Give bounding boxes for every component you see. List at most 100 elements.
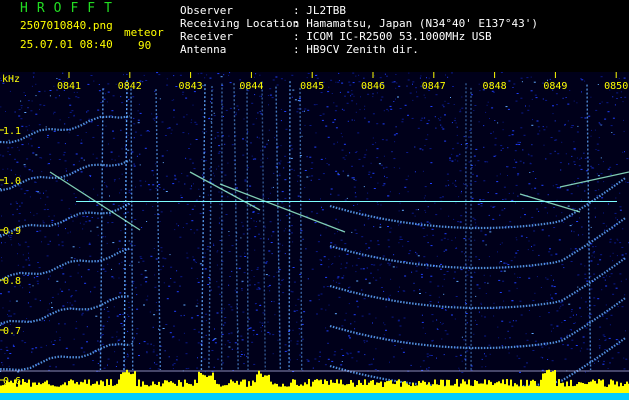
noise-speck	[251, 341, 254, 343]
noise-speck	[88, 220, 91, 222]
noise-speck	[459, 221, 462, 223]
noise-speck	[360, 96, 361, 98]
noise-speck	[175, 359, 178, 361]
noise-speck	[599, 326, 602, 328]
noise-speck	[153, 248, 155, 249]
noise-speck	[584, 273, 587, 275]
noise-speck	[255, 73, 257, 75]
noise-speck	[355, 233, 358, 234]
noise-speck	[27, 129, 29, 131]
noise-speck	[428, 77, 430, 79]
x-tick-label: 0850	[604, 81, 628, 92]
noise-speck	[337, 141, 338, 143]
amplitude-bar	[562, 382, 564, 393]
noise-speck	[405, 179, 408, 181]
noise-speck	[329, 247, 332, 249]
noise-speck	[170, 132, 172, 134]
amplitude-bar	[192, 385, 194, 393]
noise-speck	[426, 267, 429, 269]
noise-speck	[624, 294, 626, 296]
noise-speck	[351, 357, 354, 359]
noise-speck	[431, 314, 434, 316]
noise-speck	[331, 263, 333, 265]
noise-speck	[453, 104, 455, 105]
noise-speck	[241, 288, 243, 290]
noise-speck	[535, 178, 537, 179]
noise-speck	[254, 249, 256, 251]
noise-speck	[332, 263, 334, 264]
noise-speck	[42, 220, 44, 222]
noise-speck	[114, 180, 116, 182]
noise-speck	[49, 320, 50, 322]
noise-speck	[149, 311, 151, 313]
noise-speck	[260, 112, 262, 114]
noise-speck	[584, 278, 587, 280]
noise-speck	[310, 168, 313, 169]
noise-speck	[129, 264, 131, 266]
noise-speck	[120, 230, 122, 232]
noise-speck	[269, 221, 272, 223]
noise-speck	[156, 354, 158, 356]
amplitude-bar	[614, 384, 616, 393]
noise-speck	[53, 215, 55, 217]
noise-speck	[496, 175, 498, 177]
noise-speck	[431, 355, 433, 356]
noise-speck	[556, 310, 559, 312]
noise-speck	[621, 306, 624, 308]
noise-speck	[251, 270, 253, 271]
noise-speck	[203, 358, 206, 360]
amplitude-bar	[514, 383, 516, 393]
noise-speck	[613, 283, 616, 285]
noise-speck	[592, 252, 595, 254]
noise-speck	[261, 330, 262, 332]
noise-speck	[499, 243, 501, 245]
noise-speck	[372, 113, 375, 115]
noise-speck	[166, 127, 169, 129]
amplitude-bar	[582, 383, 584, 393]
amplitude-bar	[536, 385, 538, 393]
noise-speck	[475, 319, 476, 321]
noise-speck	[623, 357, 625, 359]
noise-speck	[515, 202, 516, 204]
noise-speck	[267, 321, 269, 323]
noise-speck	[500, 145, 503, 147]
noise-speck	[220, 310, 223, 312]
noise-speck	[197, 281, 200, 283]
noise-speck	[301, 318, 303, 320]
noise-speck	[341, 325, 344, 327]
noise-speck	[340, 364, 343, 366]
noise-speck	[515, 184, 518, 186]
receiver-label: Receiver	[180, 30, 233, 43]
noise-speck	[134, 219, 137, 220]
noise-speck	[272, 186, 274, 188]
noise-speck	[335, 81, 337, 83]
amplitude-bar	[438, 384, 440, 393]
noise-speck	[256, 136, 258, 138]
noise-speck	[52, 344, 55, 345]
y-tick-label: 0.6	[3, 376, 21, 387]
noise-speck	[625, 330, 626, 332]
noise-speck	[291, 96, 293, 98]
noise-speck	[314, 222, 317, 224]
amplitude-bar	[48, 384, 50, 393]
noise-speck	[18, 109, 21, 111]
amplitude-bar	[326, 381, 328, 393]
noise-speck	[55, 366, 57, 368]
noise-speck	[12, 345, 15, 347]
noise-speck	[445, 249, 448, 251]
amplitude-bar	[460, 383, 462, 393]
amplitude-bar	[498, 381, 500, 393]
noise-speck	[451, 160, 454, 162]
noise-speck	[403, 290, 406, 292]
noise-speck	[43, 209, 46, 211]
noise-speck	[425, 138, 428, 140]
noise-speck	[27, 100, 30, 102]
noise-speck	[264, 227, 266, 229]
noise-speck	[206, 248, 209, 250]
amplitude-bar	[504, 384, 506, 393]
noise-speck	[25, 190, 28, 191]
noise-speck	[580, 117, 583, 119]
amplitude-bar	[188, 383, 190, 393]
noise-speck	[151, 113, 153, 115]
noise-speck	[349, 84, 352, 86]
